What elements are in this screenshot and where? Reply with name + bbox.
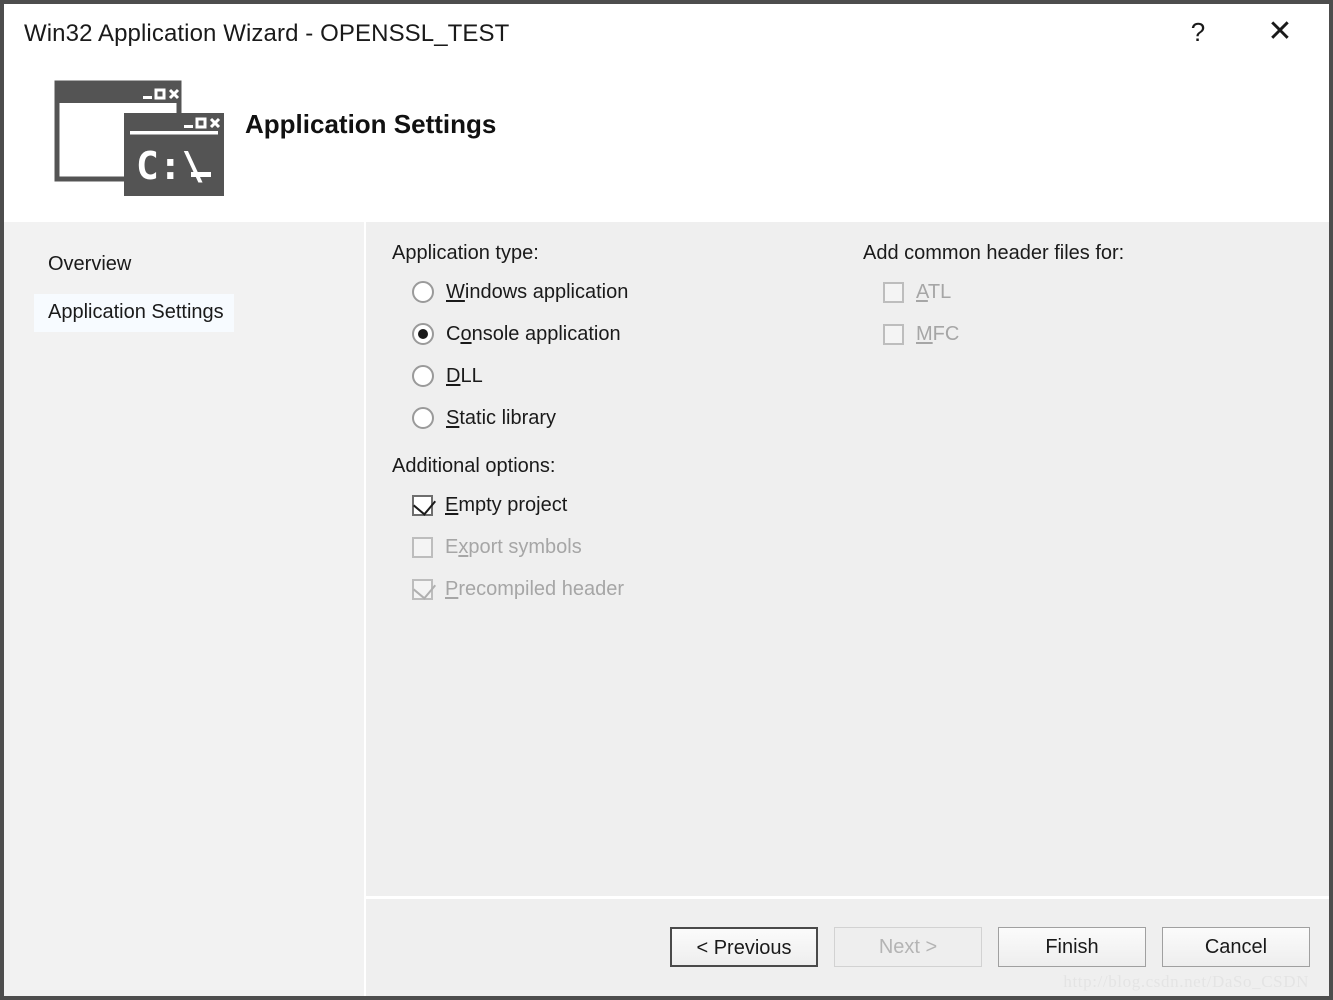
settings-panel: Application type: Windows application Co… [366,222,1329,996]
additional-options-label: Additional options: [392,455,556,477]
checkbox-label-atl: ATL [916,280,952,303]
wizard-dialog: Win32 Application Wizard - OPENSSL_TEST … [0,0,1333,1000]
additional-options-group: Empty project Export symbols Precompiled… [392,484,832,610]
page-title: Application Settings [245,109,497,139]
radio-label-dll: DLL [446,364,483,387]
right-options-column: Add common header files for: ATL MFC [863,242,1283,355]
radio-label-console-application: Console application [446,322,621,345]
radio-icon-windows-application[interactable] [412,281,434,303]
previous-button[interactable]: < Previous [670,927,818,967]
radio-icon-console-application[interactable] [412,323,434,345]
wizard-header: C:\ Application Settings [4,66,1329,222]
checkbox-label-empty-project: Empty project [445,493,568,516]
common-headers-label: Add common header files for: [863,242,1125,264]
close-icon[interactable]: ✕ [1257,10,1303,54]
checkbox-label-export-symbols: Export symbols [445,535,582,558]
dialog-footer: < Previous Next > Finish Cancel http://b… [366,896,1329,996]
checkbox-icon-export-symbols [412,536,433,558]
radio-row-windows-application[interactable]: Windows application [392,271,832,313]
checkbox-label-mfc: MFC [916,322,960,345]
left-options-column: Application type: Windows application Co… [392,242,832,610]
wizard-button-row: < Previous Next > Finish Cancel [670,927,1310,967]
checkbox-label-precompiled-header: Precompiled header [445,577,624,600]
radio-icon-dll[interactable] [412,365,434,387]
finish-button[interactable]: Finish [998,927,1146,967]
radio-row-dll[interactable]: DLL [392,355,832,397]
wizard-sidebar: Overview Application Settings [4,222,366,996]
checkbox-row-precompiled-header: Precompiled header [392,568,832,610]
checkbox-row-export-symbols: Export symbols [392,526,832,568]
help-icon[interactable]: ? [1175,10,1221,54]
radio-row-static-library[interactable]: Static library [392,397,832,439]
checkbox-row-mfc: MFC [863,313,1283,355]
watermark-text: http://blog.csdn.net/DaSo_CSDN [1063,972,1309,991]
checkbox-icon-precompiled-header [412,575,437,600]
title-bar: Win32 Application Wizard - OPENSSL_TEST … [4,4,1329,66]
sidebar-item-application-settings[interactable]: Application Settings [34,294,234,332]
radio-label-windows-application: Windows application [446,280,629,303]
svg-text:C:\: C:\ [136,144,205,188]
radio-label-static-library: Static library [446,406,557,429]
common-headers-group: ATL MFC [863,271,1283,355]
checkbox-icon-empty-project[interactable] [412,491,437,516]
dialog-body: Overview Application Settings Applicatio… [4,222,1329,996]
checkbox-icon-mfc [883,323,904,345]
checkbox-icon-atl [883,281,904,303]
console-window-icon: C:\ [51,69,231,197]
application-type-radio-group: Windows application Console application … [392,271,832,439]
application-type-label: Application type: [392,242,539,264]
radio-row-console-application[interactable]: Console application [392,313,832,355]
next-button: Next > [834,927,982,967]
sidebar-item-overview[interactable]: Overview [34,246,230,284]
radio-icon-static-library[interactable] [412,407,434,429]
window-title: Win32 Application Wizard - OPENSSL_TEST [24,20,510,47]
settings-panel-content: Application type: Windows application Co… [366,222,1329,896]
checkbox-row-empty-project[interactable]: Empty project [392,484,832,526]
cancel-button[interactable]: Cancel [1162,927,1310,967]
checkbox-row-atl: ATL [863,271,1283,313]
